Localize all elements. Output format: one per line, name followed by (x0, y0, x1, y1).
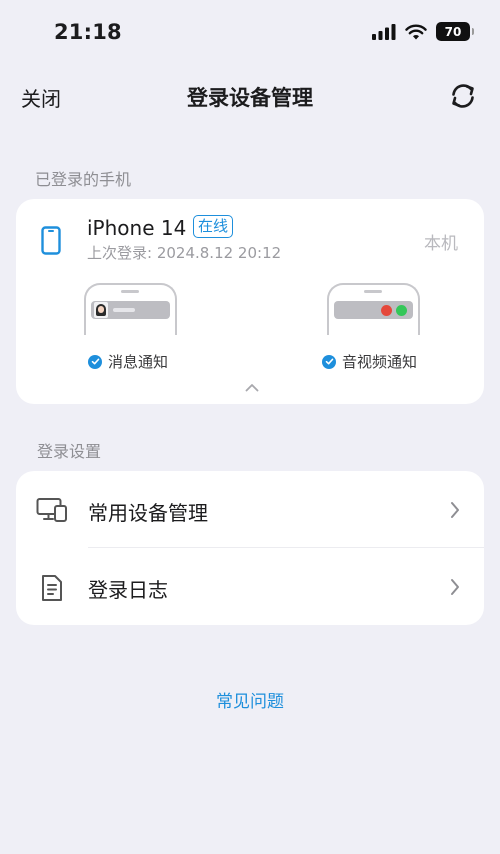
devices-icon (36, 498, 67, 522)
wifi-icon (405, 24, 427, 39)
battery-level: 70 (444, 24, 462, 39)
settings-item-label: 登录日志 (88, 578, 168, 602)
status-icons: 70 (372, 22, 474, 41)
phone-speaker (121, 290, 139, 293)
message-notify-option[interactable]: 消息通知 (88, 351, 168, 372)
message-notification-preview (84, 283, 177, 335)
notification-banner (91, 301, 170, 319)
document-icon (42, 575, 62, 601)
chevron-right-icon (451, 579, 459, 595)
phone-speaker (364, 290, 382, 293)
battery-indicator: 70 (436, 22, 474, 41)
last-login-time: 上次登录: 2024.8.12 20:12 (87, 244, 282, 262)
settings-item-login-log[interactable]: 登录日志 (16, 548, 484, 625)
login-settings-card: 常用设备管理 登录日志 (16, 471, 484, 625)
av-notify-option[interactable]: 音视频通知 (322, 351, 417, 372)
settings-item-device-management[interactable]: 常用设备管理 (16, 471, 484, 548)
faq-link[interactable]: 常见问题 (216, 692, 284, 712)
cellular-signal-icon (372, 23, 396, 40)
chevron-up-icon[interactable] (245, 383, 259, 392)
decline-call-icon (381, 305, 392, 316)
status-badge: 在线 (193, 215, 234, 238)
call-notification-preview (327, 283, 420, 335)
call-banner (334, 301, 413, 319)
accept-call-icon (396, 305, 407, 316)
checkmark-icon (322, 354, 336, 369)
message-notify-label: 消息通知 (108, 353, 169, 371)
device-card[interactable]: iPhone 14 在线 上次登录: 2024.8.12 20:12 本机 消息… (16, 199, 484, 404)
status-time: 21:18 (54, 20, 122, 44)
chevron-right-icon (451, 502, 459, 518)
refresh-button[interactable] (448, 81, 478, 111)
avatar (94, 302, 108, 318)
page-title: 登录设备管理 (187, 86, 313, 110)
phone-icon (41, 226, 61, 255)
section-label-logged-in: 已登录的手机 (35, 170, 132, 189)
device-name: iPhone 14 (87, 216, 187, 240)
section-label-login-settings: 登录设置 (37, 442, 102, 461)
checkmark-icon (88, 354, 102, 369)
this-device-label: 本机 (424, 234, 458, 254)
faq-container: 常见问题 (0, 687, 500, 712)
status-bar: 21:18 70 (0, 0, 500, 66)
close-button[interactable]: 关闭 (21, 83, 61, 112)
av-notify-label: 音视频通知 (342, 353, 418, 371)
refresh-icon (452, 84, 474, 108)
notification-text-placeholder (113, 308, 135, 312)
settings-item-label: 常用设备管理 (88, 501, 208, 525)
